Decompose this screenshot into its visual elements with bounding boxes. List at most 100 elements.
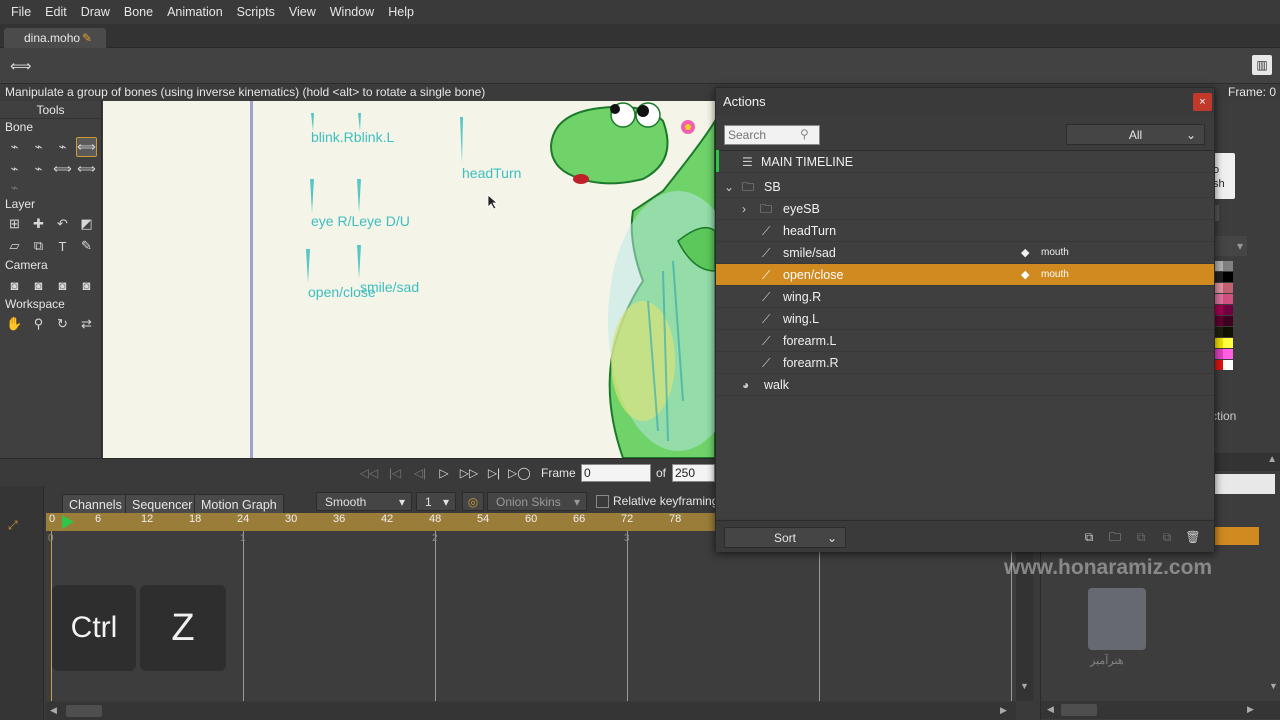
interpolation-dropdown[interactable]: Smooth ▾ — [316, 492, 412, 511]
step-value: 1 — [425, 495, 432, 509]
new-folder-icon[interactable]: 🗀 — [1105, 528, 1125, 546]
chevron-right-icon[interactable]: › — [742, 198, 746, 220]
action-item-wing-r[interactable]: ⟋ wing.R — [716, 286, 1214, 308]
tab-channels[interactable]: Channels — [62, 494, 129, 514]
translate-layer-icon[interactable]: ✚ — [28, 214, 49, 234]
reparent-bone-icon[interactable]: ⌁ — [28, 159, 49, 179]
onion-skin-icon[interactable]: ◎ — [462, 492, 484, 511]
actions-title[interactable]: Actions — [716, 88, 1214, 115]
frame-input[interactable] — [581, 464, 651, 482]
link-icon[interactable]: ⧉ — [1157, 528, 1177, 546]
playhead-marker[interactable] — [62, 515, 74, 529]
menu-bone[interactable]: Bone — [117, 5, 160, 19]
zoom-icon[interactable]: ⚲ — [28, 314, 49, 334]
loop-icon[interactable]: ▷◯ — [508, 464, 531, 482]
close-button[interactable]: × — [1193, 93, 1212, 111]
orbit-workspace-icon[interactable]: ⇄ — [76, 314, 97, 334]
scroll-thumb[interactable] — [66, 705, 102, 717]
tab-sequencer[interactable]: Sequencer — [125, 494, 200, 514]
chevron-down-icon[interactable]: ⌄ — [724, 176, 734, 198]
menu-edit[interactable]: Edit — [38, 5, 74, 19]
camera-zoom-icon[interactable]: ◙ — [28, 275, 49, 295]
second-marker: 3 — [624, 533, 630, 544]
document-tab-label: dina.moho — [24, 31, 81, 45]
book-icon[interactable]: ▥ — [1252, 55, 1272, 75]
actions-filter-value: All — [1128, 128, 1143, 142]
actions-filter-dropdown[interactable]: All ⌄ — [1066, 124, 1205, 145]
play-icon[interactable]: ▷ — [433, 464, 455, 482]
menu-window[interactable]: Window — [323, 5, 381, 19]
scroll-thumb[interactable] — [1061, 704, 1097, 716]
translate-bone-icon[interactable]: ⌁ — [28, 137, 49, 157]
menu-draw[interactable]: Draw — [74, 5, 117, 19]
partial-input[interactable] — [1213, 474, 1275, 494]
action-item-walk[interactable]: ◕ walk — [716, 374, 1214, 396]
last-frame-icon[interactable]: ▷| — [483, 464, 505, 482]
action-item-main-timeline[interactable]: ☰ MAIN TIMELINE — [716, 151, 1214, 173]
action-item-headturn[interactable]: ⟋ headTurn — [716, 220, 1214, 242]
scroll-left-icon[interactable]: ◀ — [50, 705, 57, 716]
menu-view[interactable]: View — [282, 5, 323, 19]
camera-track-icon[interactable]: ◙ — [4, 275, 25, 295]
scroll-left-icon[interactable]: ◀ — [1047, 704, 1054, 715]
total-frames-input[interactable] — [672, 464, 715, 482]
menu-animation[interactable]: Animation — [160, 5, 230, 19]
step-dropdown[interactable]: 1 ▾ — [416, 492, 456, 511]
scroll-right-icon[interactable]: ▶ — [1000, 705, 1007, 716]
action-item-smile-sad[interactable]: ⟋ smile/sad ◆ mouth — [716, 242, 1214, 264]
sort-dropdown[interactable]: Sort ⌄ — [724, 527, 846, 548]
action-item-eyesb[interactable]: › 🗀 eyeSB — [716, 198, 1214, 220]
action-item-forearm-r[interactable]: ⟋ forearm.R — [716, 352, 1214, 374]
bone-strength-icon[interactable]: ⟺ — [52, 159, 73, 179]
brush-icon[interactable]: ✎ — [76, 236, 97, 256]
trash-icon[interactable]: 🗑 — [1183, 528, 1203, 546]
step-back-icon[interactable]: ◁| — [409, 464, 431, 482]
text-tool-icon[interactable]: T — [52, 236, 73, 256]
duplicate-icon[interactable]: ⧉ — [1131, 528, 1151, 546]
hand-icon[interactable]: ✋ — [4, 314, 25, 334]
scale-bone-icon[interactable]: ⌁ — [52, 137, 73, 157]
first-frame-icon[interactable]: |◁ — [384, 464, 406, 482]
rewind-icon[interactable]: ◁◁ — [358, 464, 380, 482]
manipulate-bones-tool-icon[interactable]: ⟺ — [76, 137, 97, 157]
action-item-open-close[interactable]: ⟋ open/close ◆ mouth — [716, 264, 1214, 286]
rotate-layer-icon[interactable]: ↶ — [52, 214, 73, 234]
camera-pan-icon[interactable]: ◙ — [76, 275, 97, 295]
color-swatches[interactable] — [1213, 261, 1251, 371]
new-action-icon[interactable]: ⧉ — [1079, 528, 1099, 546]
partial-dropdown[interactable]: ▾ — [1213, 236, 1247, 256]
collapse-icon[interactable]: ▲ — [1267, 454, 1277, 465]
menu-help[interactable]: Help — [381, 5, 421, 19]
camera-roll-icon[interactable]: ◙ — [52, 275, 73, 295]
rotate-workspace-icon[interactable]: ↻ — [52, 314, 73, 334]
tab-motion-graph[interactable]: Motion Graph — [194, 494, 284, 514]
document-tab[interactable]: dina.moho ✎ — [4, 28, 107, 48]
add-bone-icon[interactable]: ⌁ — [4, 159, 25, 179]
action-item-wing-l[interactable]: ⟋ wing.L — [716, 308, 1214, 330]
right-dock-hscroll[interactable]: ◀ ▶ — [1041, 701, 1280, 719]
scroll-down-icon[interactable]: ▼ — [1269, 681, 1278, 691]
bind-layer-icon[interactable]: ⟺ — [76, 159, 97, 179]
scroll-down-icon[interactable]: ▼ — [1020, 681, 1029, 691]
menu-scripts[interactable]: Scripts — [230, 5, 282, 19]
onion-skins-dropdown[interactable]: Onion Skins ▾ — [487, 492, 587, 511]
action-item-forearm-l[interactable]: ⟋ forearm.L — [716, 330, 1214, 352]
transform-layer-icon[interactable]: ⊞ — [4, 214, 25, 234]
scroll-right-icon[interactable]: ▶ — [1247, 704, 1254, 715]
step-forward-icon[interactable]: ▷▷ — [458, 464, 480, 482]
manipulate-bones-icon[interactable]: ⟺ — [10, 57, 32, 75]
select-bone-icon[interactable]: ⌁ — [4, 137, 25, 157]
timeline-horizontal-scrollbar[interactable]: ◀ ▶ — [46, 702, 1016, 720]
timeline-ruler[interactable]: 0 6 12 18 24 30 36 42 48 54 60 66 72 78 — [46, 513, 716, 531]
partial-button[interactable]: o sh — [1213, 153, 1235, 199]
tools-title: Tools — [0, 101, 101, 119]
relative-keyframing-checkbox[interactable] — [596, 495, 609, 508]
switch-layer-icon[interactable]: ⧉ — [28, 236, 49, 256]
offset-bone-icon[interactable]: ⌁ — [4, 178, 25, 198]
expand-icon[interactable]: ⤢ — [8, 518, 18, 533]
layer-shape-icon[interactable]: ▱ — [4, 236, 25, 256]
menu-file[interactable]: File — [4, 5, 38, 19]
action-item-sb[interactable]: ⌄ 🗀 SB — [716, 176, 1214, 198]
shear-layer-icon[interactable]: ◩ — [76, 214, 97, 234]
canvas[interactable]: blink.Rblink.L headTurn eye R/Leye D/U o… — [103, 101, 715, 458]
